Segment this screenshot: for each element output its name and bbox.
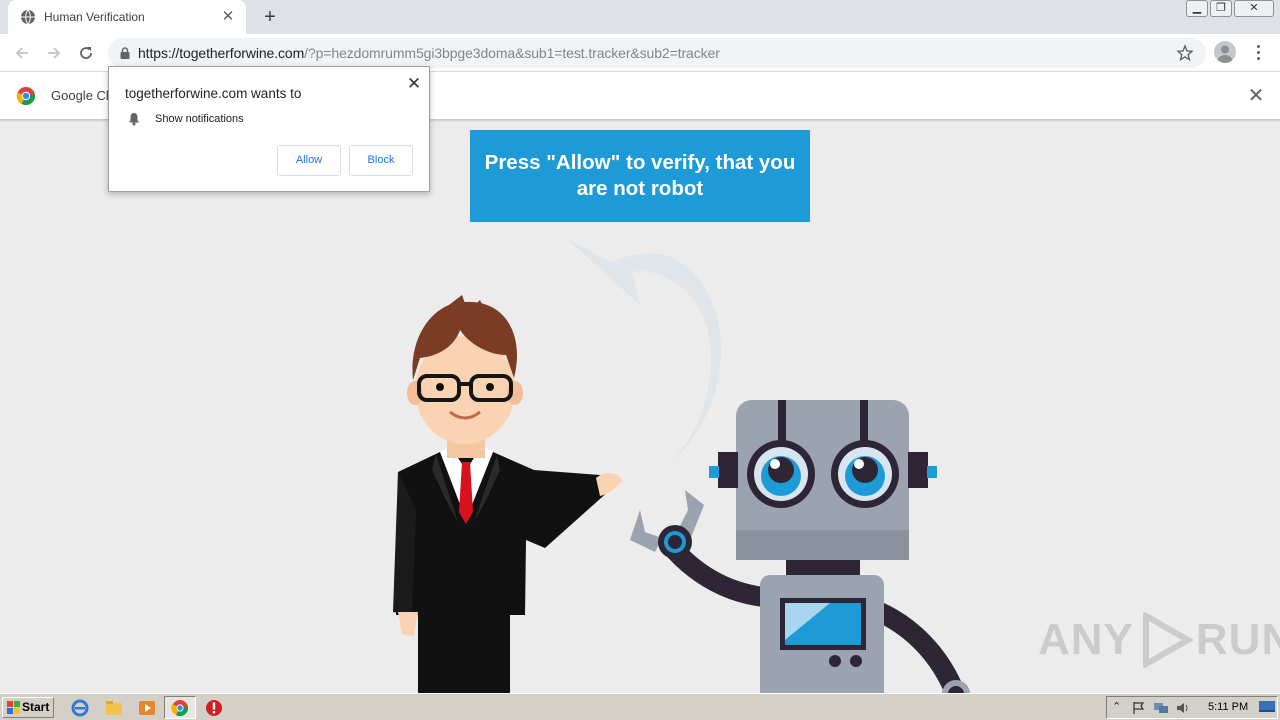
action-center-flag-icon[interactable] (1131, 700, 1147, 716)
lock-icon[interactable] (118, 46, 132, 60)
file-explorer-icon[interactable] (104, 698, 124, 718)
stop-sign-icon[interactable] (204, 698, 224, 718)
close-window-button[interactable]: ✕ (1234, 0, 1274, 17)
taskbar-clock[interactable]: 5:11 PM (1208, 701, 1248, 713)
verify-banner: Press "Allow" to verify, that you are no… (470, 130, 810, 222)
chrome-logo-icon (16, 87, 36, 106)
address-bar[interactable]: https://togetherforwine.com/?p=hezdomrum… (108, 38, 1206, 68)
person-icon (1218, 45, 1232, 63)
reload-icon (80, 47, 92, 59)
window-controls: ▁ ❐ ✕ (1184, 0, 1274, 18)
bookmark-star-icon[interactable] (1176, 44, 1194, 62)
url-text: https://togetherforwine.com/?p=hezdomrum… (138, 45, 720, 61)
restore-button[interactable]: ❐ (1210, 0, 1232, 17)
tab-title: Human Verification (44, 10, 145, 24)
info-bar-close-icon[interactable]: ✕ (1246, 86, 1266, 106)
start-button[interactable]: Start (2, 697, 54, 718)
play-logo-icon (1142, 612, 1194, 668)
profile-avatar[interactable] (1214, 41, 1236, 63)
block-button[interactable]: Block (349, 145, 413, 176)
tray-expand-icon[interactable]: ⌃ (1112, 700, 1121, 713)
reload-button[interactable] (74, 41, 98, 65)
robot-figure (630, 400, 970, 693)
browser-menu-button[interactable] (1250, 41, 1266, 63)
permission-title: togetherforwine.com wants to (125, 86, 302, 101)
internet-explorer-icon[interactable] (70, 698, 90, 718)
watermark-left-text: ANY (1038, 615, 1134, 664)
back-button[interactable] (10, 41, 34, 65)
show-desktop-icon[interactable] (1258, 699, 1276, 715)
businessman-figure (393, 295, 622, 693)
volume-icon[interactable] (1175, 700, 1191, 716)
media-player-icon[interactable] (137, 698, 157, 718)
system-tray: ⌃ (1106, 696, 1278, 719)
forward-button[interactable] (42, 41, 66, 65)
notification-permission-dialog: togetherforwine.com wants to ✕ Show noti… (108, 66, 430, 192)
windows-taskbar: Start ⌃ 5:11 PM (0, 693, 1280, 720)
tab-close-icon[interactable]: ✕ (220, 9, 236, 25)
tab-human-verification[interactable]: Human Verification ✕ (8, 0, 246, 34)
globe-icon (21, 9, 35, 25)
permission-close-icon[interactable]: ✕ (405, 75, 423, 93)
bell-icon (129, 113, 139, 126)
network-icon[interactable] (1153, 700, 1169, 716)
tab-strip: Human Verification ✕ + ▁ ❐ ✕ (0, 0, 1280, 34)
minimize-button[interactable]: ▁ (1186, 0, 1208, 17)
back-arrow-icon (15, 47, 28, 59)
start-label: Start (22, 700, 50, 714)
windows-flag-icon (7, 701, 20, 714)
anyrun-watermark: ANY RUN (1038, 612, 1280, 668)
info-bar-text: Google Ch (51, 88, 114, 103)
curved-arrow-graphic (566, 238, 722, 465)
allow-button[interactable]: Allow (277, 145, 341, 176)
watermark-right-text: RUN (1195, 615, 1280, 664)
forward-arrow-icon (48, 47, 61, 59)
new-tab-button[interactable]: + (258, 6, 282, 28)
chrome-taskbar-icon (171, 700, 189, 717)
chrome-taskbar-button[interactable] (164, 696, 196, 719)
permission-item-notifications: Show notifications (155, 113, 244, 125)
